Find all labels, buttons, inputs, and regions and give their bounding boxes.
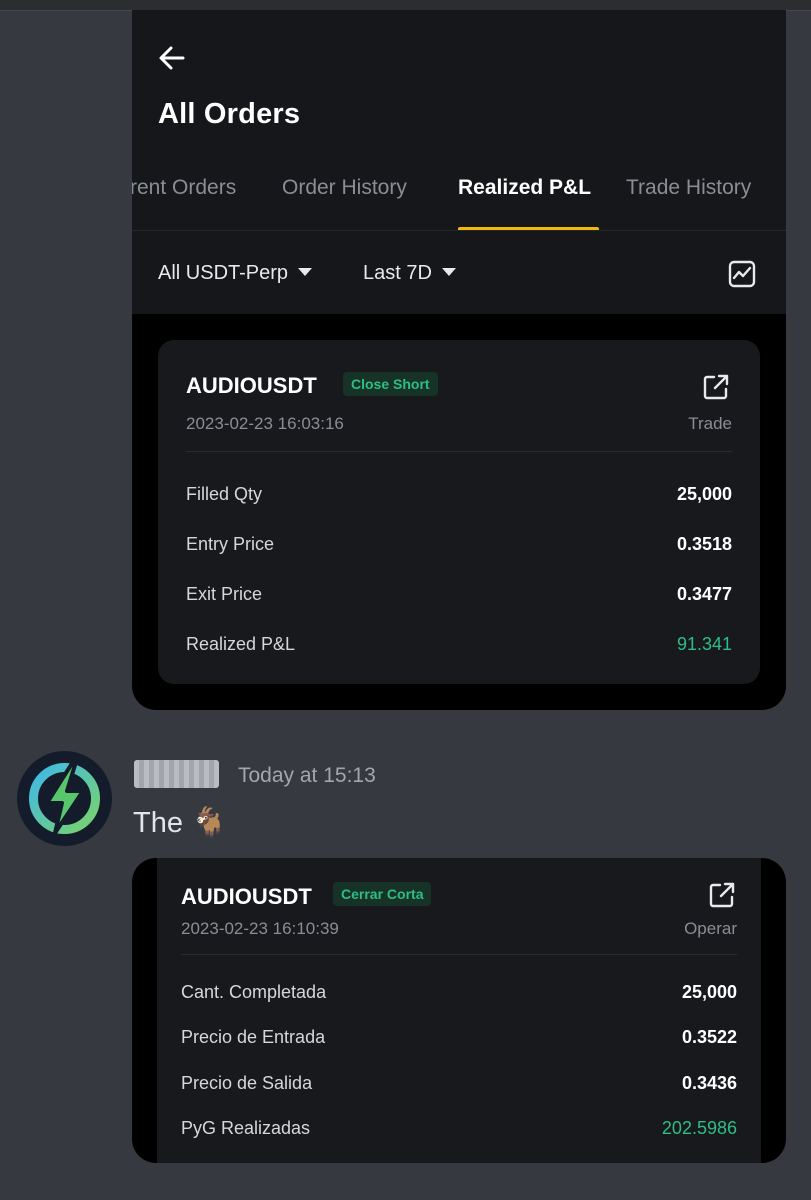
chevron-down-icon bbox=[298, 267, 313, 276]
order-tabs: rent Orders Order History Realized P&L T… bbox=[132, 170, 786, 231]
chevron-down-icon bbox=[441, 267, 456, 276]
lightning-bolt-icon bbox=[29, 763, 100, 835]
symbol: AUDIOUSDT bbox=[186, 373, 317, 398]
tab-order-history[interactable]: Order History bbox=[282, 176, 407, 200]
trade-link[interactable]: Trade bbox=[688, 414, 732, 434]
tab-current-orders[interactable]: rent Orders bbox=[132, 176, 236, 200]
screenshot-all-orders: All Orders rent Orders Order History Rea… bbox=[132, 10, 786, 710]
contract-filter-label: All USDT-Perp bbox=[158, 262, 289, 284]
row-value: 25,000 bbox=[681, 982, 737, 1002]
message-timestamp: Today at 15:13 bbox=[238, 764, 376, 787]
contract-filter-dropdown[interactable]: All USDT-Perp bbox=[158, 262, 313, 285]
pnl-card: AUDIOUSDT Cerrar Corta 2023-02-23 16:10:… bbox=[157, 858, 761, 1163]
timestamp: 2023-02-23 16:03:16 bbox=[186, 414, 344, 433]
timestamp: 2023-02-23 16:10:39 bbox=[181, 919, 339, 938]
external-link-icon[interactable] bbox=[707, 880, 737, 910]
row-label: Precio de Salida bbox=[181, 1073, 313, 1093]
pnl-card: AUDIOUSDT Close Short 2023-02-23 16:03:1… bbox=[158, 340, 760, 684]
external-link-icon[interactable] bbox=[701, 372, 731, 402]
symbol: AUDIOUSDT bbox=[181, 884, 312, 909]
row-label: Realized P&L bbox=[186, 634, 296, 654]
row-value: 0.3436 bbox=[681, 1073, 737, 1093]
card-divider bbox=[186, 451, 732, 452]
row-label: Entry Price bbox=[186, 534, 275, 554]
range-filter-dropdown[interactable]: Last 7D bbox=[363, 262, 456, 285]
row-label: Exit Price bbox=[186, 584, 263, 604]
message-text: The 🐐 bbox=[133, 807, 228, 839]
row-value: 25,000 bbox=[676, 484, 732, 504]
tabs-divider bbox=[132, 230, 786, 231]
screenshot-pnl-spanish: AUDIOUSDT Cerrar Corta 2023-02-23 16:10:… bbox=[132, 858, 786, 1163]
avatar[interactable] bbox=[17, 751, 112, 846]
realized-pnl-value: 202.5986 bbox=[661, 1118, 737, 1138]
realized-pnl-value: 91.341 bbox=[676, 634, 732, 654]
row-label: Filled Qty bbox=[186, 484, 263, 504]
username-redacted[interactable] bbox=[134, 760, 219, 788]
row-value: 0.3518 bbox=[676, 534, 732, 554]
row-label: PyG Realizadas bbox=[181, 1118, 311, 1138]
tab-trade-history[interactable]: Trade History bbox=[626, 176, 751, 200]
row-label: Cant. Completada bbox=[181, 982, 327, 1002]
page-title: All Orders bbox=[158, 98, 301, 130]
orders-header: All Orders rent Orders Order History Rea… bbox=[132, 10, 786, 314]
trade-link[interactable]: Operar bbox=[684, 919, 737, 939]
card-divider bbox=[181, 954, 737, 955]
tab-realized-pnl[interactable]: Realized P&L bbox=[458, 176, 591, 200]
back-arrow-icon[interactable] bbox=[156, 42, 188, 74]
row-value: 0.3522 bbox=[681, 1027, 737, 1047]
row-label: Precio de Entrada bbox=[181, 1027, 326, 1047]
range-filter-label: Last 7D bbox=[363, 262, 432, 284]
position-tag: Close Short bbox=[343, 372, 438, 396]
row-value: 0.3477 bbox=[676, 584, 732, 604]
chart-icon[interactable] bbox=[728, 260, 756, 288]
position-tag: Cerrar Corta bbox=[333, 882, 432, 906]
